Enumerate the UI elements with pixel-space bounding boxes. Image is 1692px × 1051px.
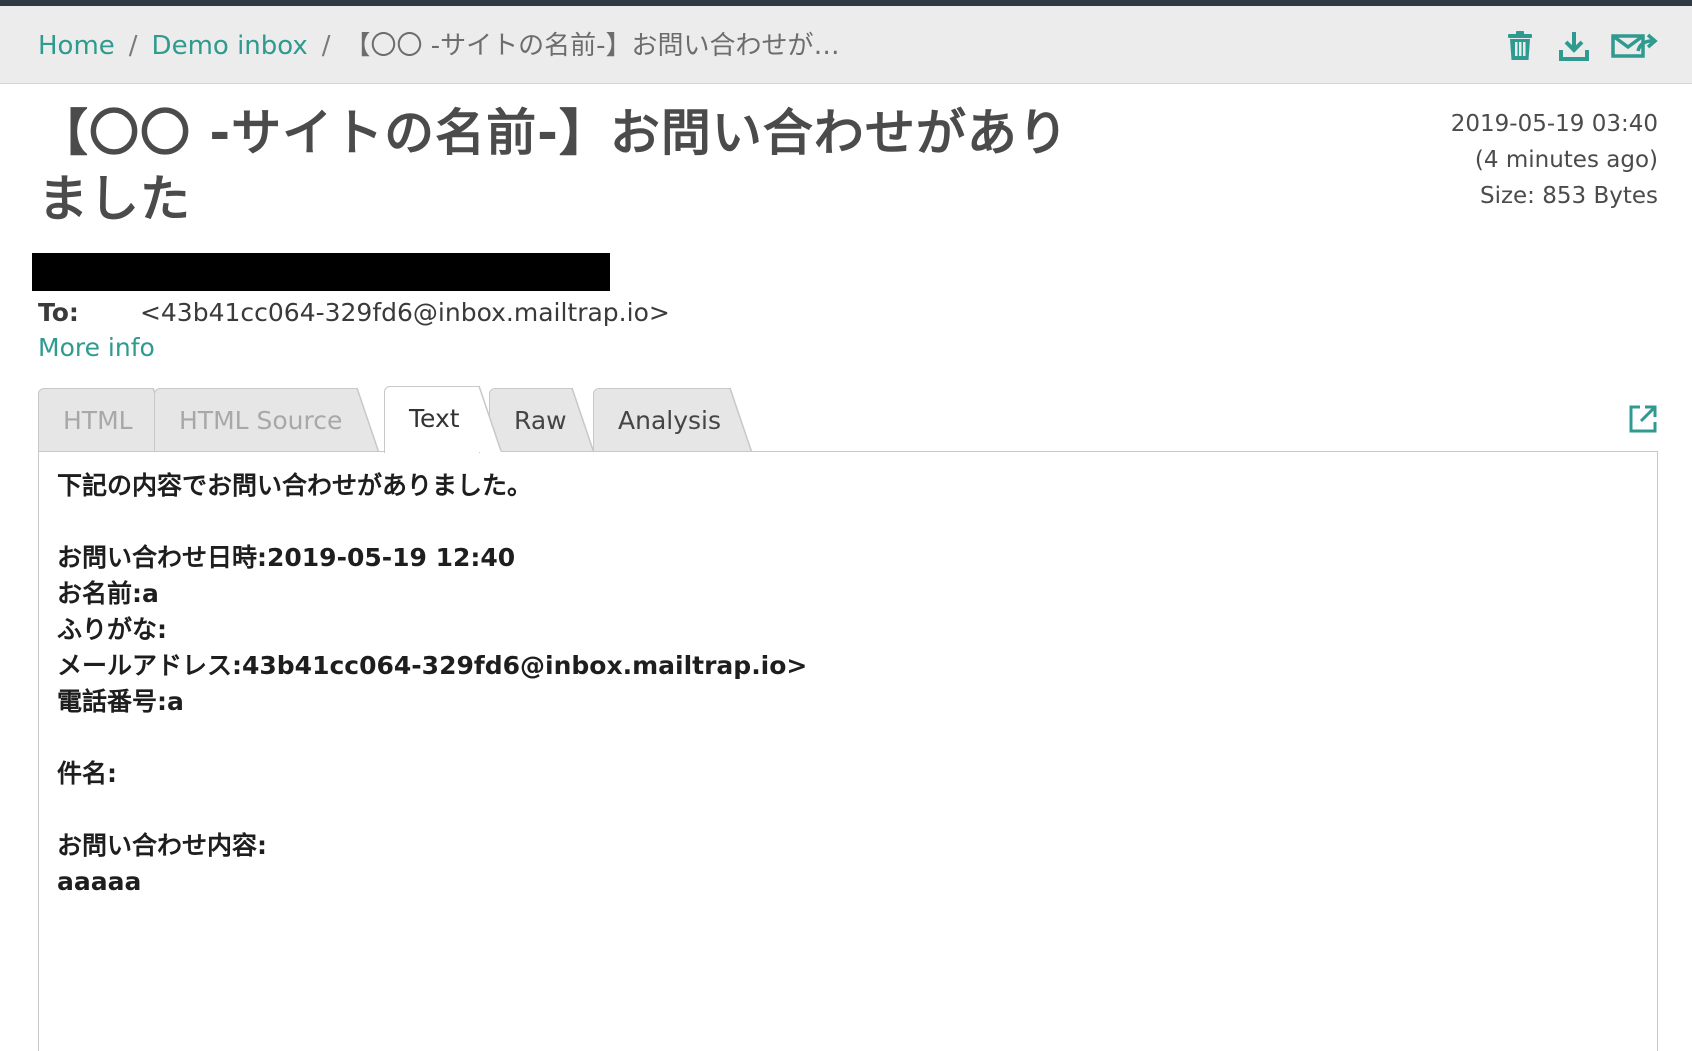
tab-corner xyxy=(571,387,595,454)
tab-html[interactable]: HTML xyxy=(38,387,176,454)
trash-icon xyxy=(1508,31,1532,60)
tab-analysis[interactable]: Analysis xyxy=(593,387,753,454)
breadcrumb-current: 【〇〇 -サイトの名前-】お問い合わせがあ… xyxy=(344,31,865,61)
message-relative-time: (4 minutes ago) xyxy=(1474,147,1658,173)
view-tabs: HTML HTML Source Text Raw Analysis xyxy=(38,384,1658,454)
delete-button[interactable] xyxy=(1500,26,1540,66)
message-date: 2019-05-19 03:40 xyxy=(1450,111,1658,137)
more-info-link[interactable]: More info xyxy=(38,331,155,365)
redacted-sender xyxy=(32,253,610,291)
recipient-row: To: <43b41cc064-329fd6@inbox.mailtrap.io… xyxy=(38,296,670,330)
breadcrumb-separator: / xyxy=(128,31,138,61)
tab-label: HTML xyxy=(63,406,133,435)
forward-icon xyxy=(1611,33,1658,58)
download-icon xyxy=(1559,32,1589,61)
tab-label: Analysis xyxy=(618,406,722,435)
forward-button[interactable] xyxy=(1608,26,1660,66)
tab-raw[interactable]: Raw xyxy=(489,387,595,454)
breadcrumb: Home / Demo inbox / 【〇〇 -サイトの名前-】お問い合わせが… xyxy=(38,30,865,62)
message-subject: 【〇〇 -サイトの名前-】お問い合わせがありました xyxy=(38,104,1069,228)
message-meta: 2019-05-19 03:40 (4 minutes ago) Size: 8… xyxy=(1451,106,1658,214)
breadcrumb-inbox-link[interactable]: Demo inbox xyxy=(152,30,308,62)
tab-corner xyxy=(729,387,753,454)
recipient-address: <43b41cc064-329fd6@inbox.mailtrap.io> xyxy=(139,298,670,327)
tab-corner xyxy=(356,387,380,454)
tab-html-source[interactable]: HTML Source xyxy=(154,387,380,454)
message-body-text: 下記の内容でお問い合わせがありました。 お問い合わせ日時:2019-05-19 … xyxy=(57,471,808,896)
message-actions xyxy=(1486,26,1660,66)
message-size: Size: 853 Bytes xyxy=(1479,183,1658,209)
tab-label: HTML Source xyxy=(179,406,343,435)
open-in-new-window-icon[interactable] xyxy=(1628,404,1658,434)
tab-label: Raw xyxy=(514,406,567,435)
tab-text[interactable]: Text xyxy=(384,385,502,453)
tab-label: Text xyxy=(409,404,460,433)
tab-corner xyxy=(478,385,502,452)
message-body-panel: 下記の内容でお問い合わせがありました。 お問い合わせ日時:2019-05-19 … xyxy=(38,451,1658,1051)
recipient-label: To: xyxy=(38,298,79,327)
breadcrumb-separator: / xyxy=(321,31,331,61)
header-bar: Home / Demo inbox / 【〇〇 -サイトの名前-】お問い合わせが… xyxy=(0,6,1692,84)
breadcrumb-home-link[interactable]: Home xyxy=(38,30,115,62)
download-button[interactable] xyxy=(1554,26,1594,66)
